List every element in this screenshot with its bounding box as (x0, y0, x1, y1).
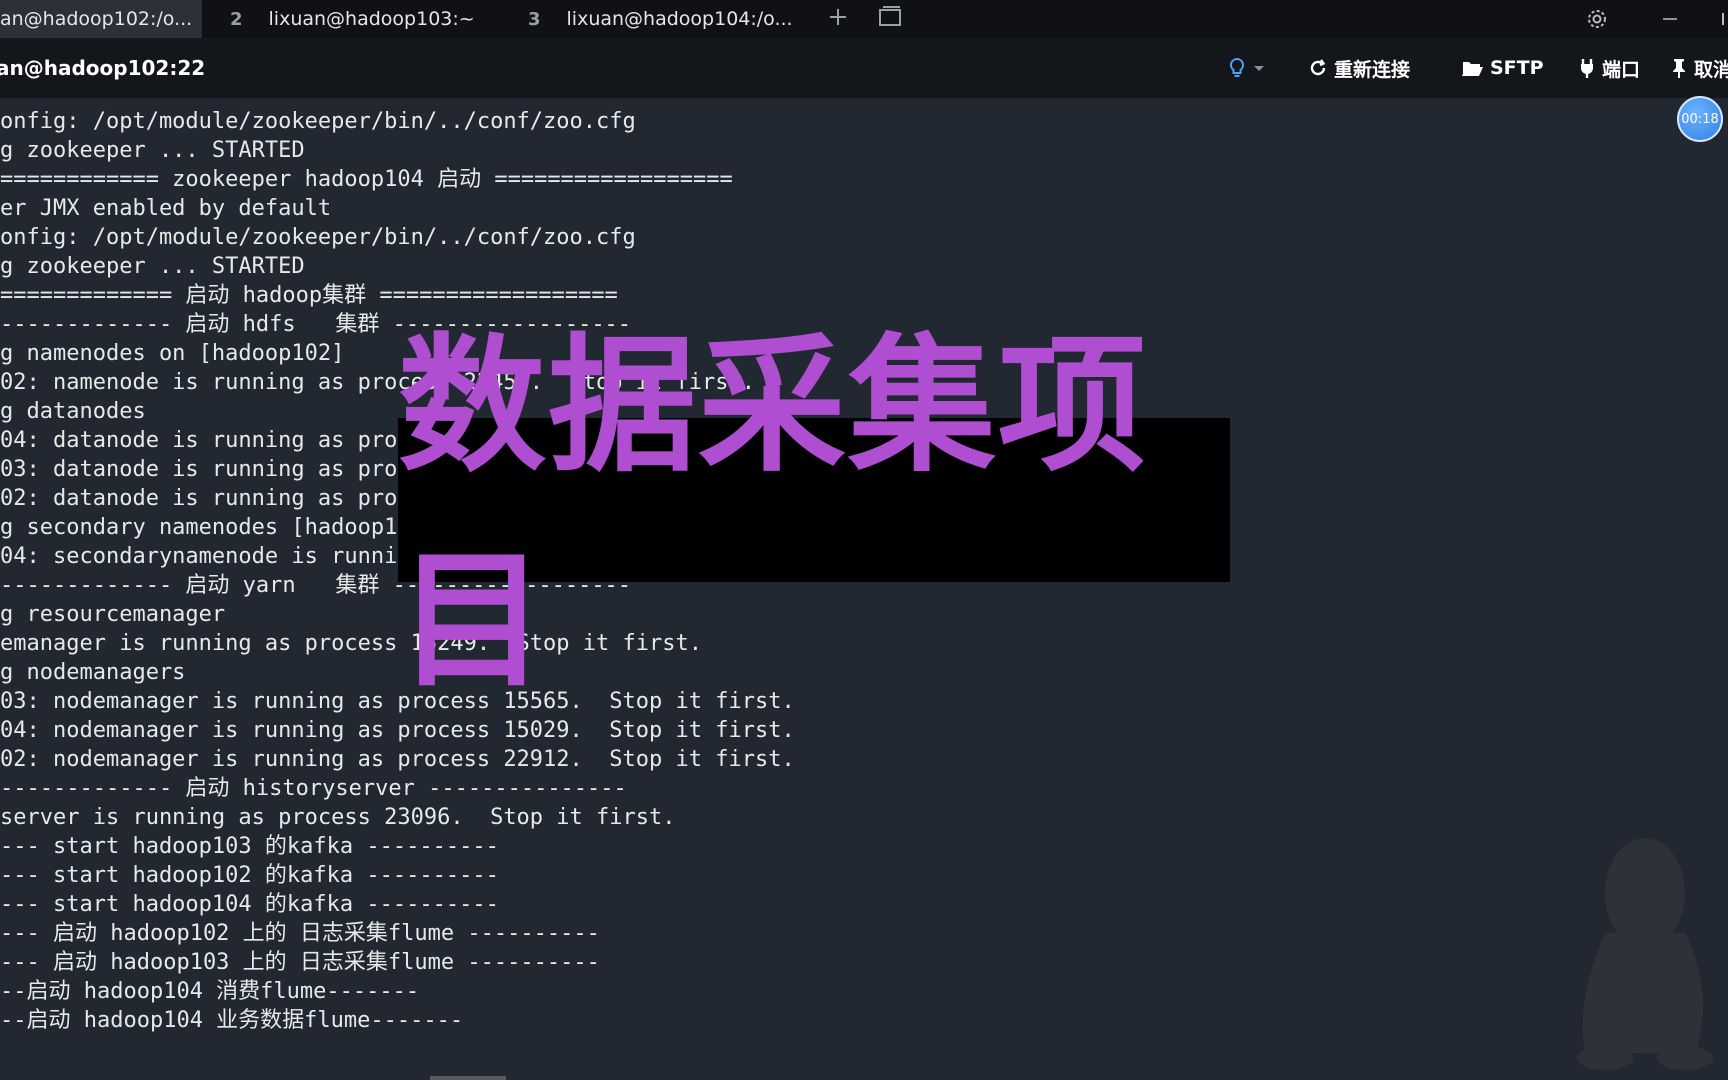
tux-watermark-icon (1577, 838, 1713, 1070)
folder-open-icon (1462, 62, 1483, 76)
terminal-line: --- start hadoop104 的kafka ---------- (0, 892, 499, 917)
maximize-icon[interactable] (1722, 0, 1728, 38)
reconnect-label: 重新连接 (1334, 58, 1411, 81)
recording-timer-badge[interactable]: 00:18 (1677, 96, 1723, 142)
terminal-line: --启动 hadoop104 消费flume------- (0, 979, 420, 1004)
tab-session-3[interactable]: 3 lixuan@hadoop104:/o... (502, 0, 812, 38)
highlight-dropdown-button[interactable] (1228, 38, 1272, 98)
plug-icon (1581, 59, 1593, 78)
terminal-line: --- 启动 hadoop103 上的 日志采集flume ---------- (0, 950, 600, 975)
tab-session-1[interactable]: an@hadoop102:/o... (0, 0, 202, 38)
terminal-line: er JMX enabled by default (0, 196, 332, 221)
tab-bar: an@hadoop102:/o... 2 lixuan@hadoop103:~ … (0, 0, 1728, 38)
overlay-title: 数据采集项目 (398, 320, 1230, 707)
port-forward-button[interactable]: 端口 (1578, 38, 1640, 98)
pin-label: 取消 (1694, 58, 1728, 81)
session-title: an@hadoop102:22 (0, 56, 206, 80)
tab-label: an@hadoop102:/o... (0, 8, 193, 30)
pin-button[interactable]: 取消 (1670, 38, 1728, 98)
lightbulb-icon (1229, 57, 1245, 77)
tab-label: lixuan@hadoop104:/o... (566, 8, 793, 30)
terminal-line: --- start hadoop103 的kafka ---------- (0, 834, 499, 859)
terminal-line: ------------- 启动 historyserver ---------… (0, 776, 627, 801)
terminal-line: ============ zookeeper hadoop104 启动 ====… (0, 167, 733, 192)
tab-number: 2 (230, 8, 243, 30)
new-tab-plus-icon[interactable] (812, 5, 864, 33)
tab-list-icon[interactable] (864, 5, 916, 33)
terminal-line: onfig: /opt/module/zookeeper/bin/../conf… (0, 225, 636, 250)
gear-icon[interactable] (1586, 0, 1608, 38)
terminal-line: --- start hadoop102 的kafka ---------- (0, 863, 499, 888)
minimize-icon[interactable] (1662, 0, 1678, 38)
horizontal-scrollbar[interactable] (430, 1076, 506, 1080)
pin-icon (1673, 59, 1685, 78)
terminal-line: g zookeeper ... STARTED (0, 138, 305, 163)
terminal-line: --- 启动 hadoop102 上的 日志采集flume ---------- (0, 921, 600, 946)
tab-session-2[interactable]: 2 lixuan@hadoop103:~ (202, 0, 502, 38)
terminal-line: 04: nodemanager is running as process 15… (0, 718, 795, 743)
port-label: 端口 (1602, 58, 1641, 81)
sftp-button[interactable]: SFTP (1460, 38, 1544, 98)
terminal-line: server is running as process 23096. Stop… (0, 805, 676, 830)
terminal-line: onfig: /opt/module/zookeeper/bin/../conf… (0, 109, 636, 134)
terminal-line: g zookeeper ... STARTED (0, 254, 305, 279)
sftp-label: SFTP (1490, 57, 1544, 79)
terminal-line: --启动 hadoop104 业务数据flume------- (0, 1008, 464, 1033)
terminal-line: 02: nodemanager is running as process 22… (0, 747, 795, 772)
chevron-down-icon (1254, 66, 1264, 71)
tab-label: lixuan@hadoop103:~ (268, 8, 475, 30)
reconnect-button[interactable]: 重新连接 (1308, 38, 1410, 98)
refresh-icon (1310, 59, 1326, 76)
tab-number: 3 (528, 8, 541, 30)
